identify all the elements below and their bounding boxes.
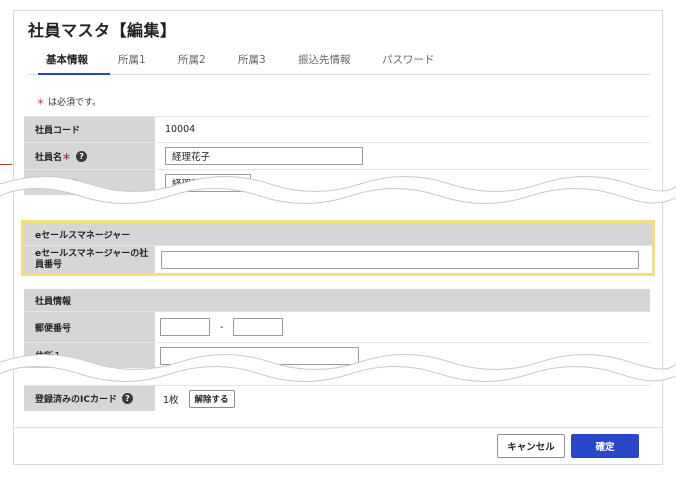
esales-number-row: eセールスマネージャーの社員番号 [24, 245, 652, 273]
help-icon[interactable]: ? [76, 150, 88, 162]
employee-info-header: 社員情報 [24, 289, 650, 311]
ic-card-row: 登録済みのICカード? 1枚 解除する [24, 385, 650, 411]
employee-name-label: 社員名＊? [24, 143, 155, 169]
postal-code-row: 郵便番号 - [24, 311, 650, 342]
tab-affiliation-3[interactable]: 所属3 [238, 52, 266, 67]
ic-card-count: 1枚 [163, 394, 179, 406]
cancel-button[interactable]: キャンセル [497, 434, 565, 458]
employee-name-row: 社員名＊? 経理花子 [24, 142, 650, 169]
ic-card-label: 登録済みのICカード? [24, 386, 155, 411]
wave-cut-separator [0, 354, 676, 382]
footer-divider [14, 427, 662, 428]
margin-marker [0, 164, 12, 165]
employee-code-label: 社員コード [24, 117, 155, 142]
tab-password[interactable]: パスワード [382, 52, 435, 67]
help-icon[interactable]: ? [121, 393, 133, 404]
tab-affiliation-2[interactable]: 所属2 [178, 52, 206, 67]
postal-code-label: 郵便番号 [24, 312, 155, 342]
wave-cut-separator [0, 176, 676, 204]
edit-panel: 社員マスタ【編集】 基本情報 所属1 所属2 所属3 振込先情報 パスワード ＊… [13, 10, 663, 465]
employee-code-value: 10004 [155, 117, 650, 142]
esales-number-input[interactable] [161, 250, 639, 269]
release-ic-card-button[interactable]: 解除する [188, 389, 235, 408]
confirm-button[interactable]: 確定 [571, 434, 639, 458]
employee-code-row: 社員コード 10004 [24, 116, 650, 142]
tab-bar: 基本情報 所属1 所属2 所属3 振込先情報 パスワード [28, 47, 650, 75]
esales-manager-section: eセールスマネージャー eセールスマネージャーの社員番号 [21, 220, 655, 276]
page-title: 社員マスタ【編集】 [28, 21, 177, 40]
required-mark: ＊ [36, 98, 46, 108]
required-mark: ＊ [62, 152, 72, 163]
employee-name-input[interactable]: 経理花子 [165, 147, 363, 165]
tab-transfer-info[interactable]: 振込先情報 [298, 52, 351, 67]
postal-code-second-input[interactable] [233, 318, 284, 336]
tab-affiliation-1[interactable]: 所属1 [118, 52, 146, 67]
postal-separator: - [220, 321, 224, 333]
tab-basic-info[interactable]: 基本情報 [46, 52, 88, 67]
required-note: ＊は必須です。 [36, 95, 101, 108]
esales-number-label: eセールスマネージャーの社員番号 [24, 246, 155, 273]
postal-code-first-input[interactable] [160, 318, 210, 336]
esales-manager-header: eセールスマネージャー [24, 223, 652, 245]
active-tab-indicator [38, 73, 110, 75]
required-note-text: は必須です。 [48, 98, 102, 108]
